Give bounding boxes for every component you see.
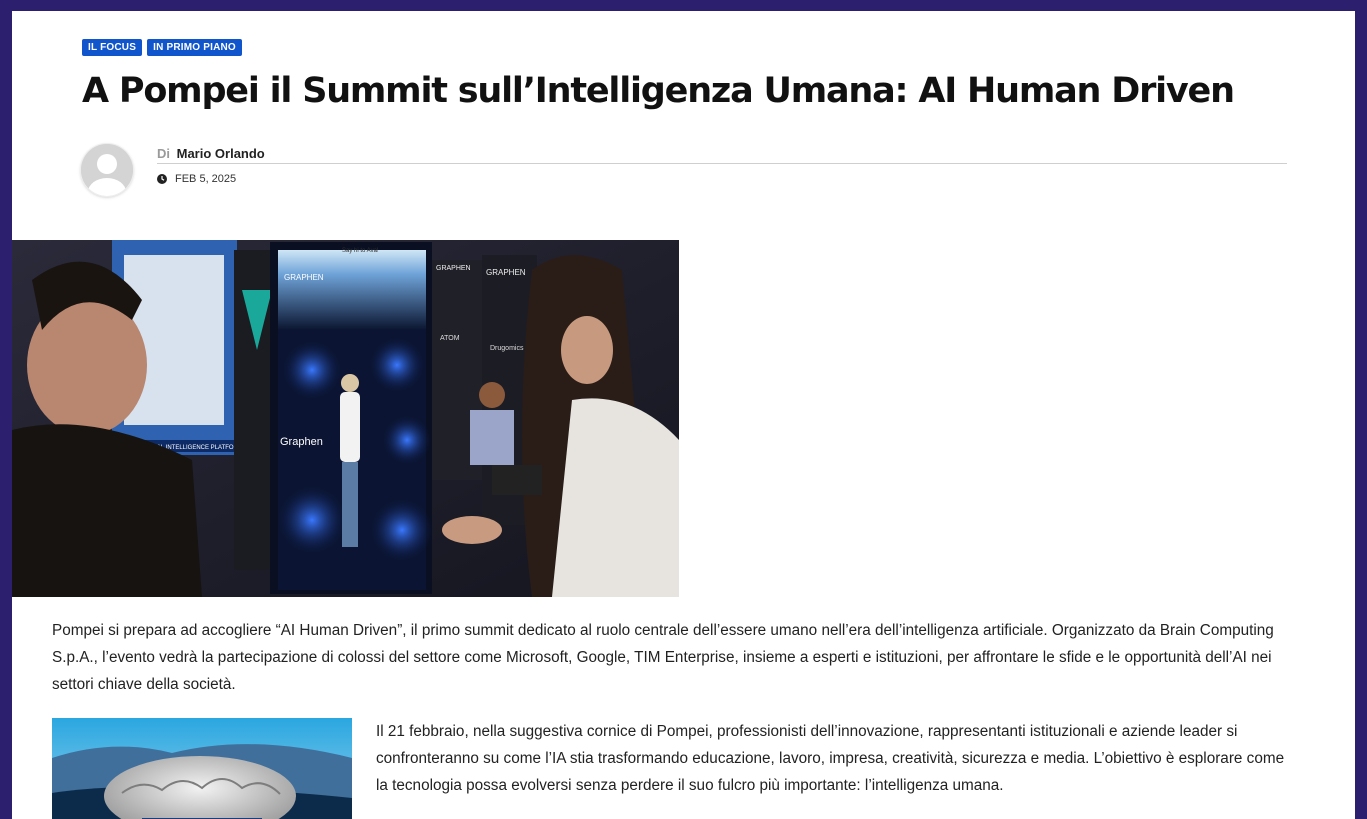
svg-text:GRAPHEN: GRAPHEN <box>284 273 324 282</box>
date-text: FEB 5, 2025 <box>175 173 237 185</box>
svg-text:Graphen: Graphen <box>280 436 323 448</box>
author-name[interactable]: Mario Orlando <box>177 146 265 161</box>
category-badges: IL FOCUS IN PRIMO PIANO <box>82 39 242 56</box>
article-title: A Pompei il Summit sull’Intelligenza Uma… <box>82 71 1235 111</box>
svg-text:GRAPHEN: GRAPHEN <box>436 265 471 272</box>
category-il-focus[interactable]: IL FOCUS <box>82 39 143 56</box>
category-in-primo-piano[interactable]: IN PRIMO PIANO <box>147 39 242 56</box>
svg-text:Drugomics: Drugomics <box>490 345 524 352</box>
article-paragraph-2: Il 21 febbraio, nella suggestiva cornice… <box>376 723 1285 794</box>
clock-icon <box>157 174 167 184</box>
svg-text:Say hi to Ava!: Say hi to Ava! <box>342 248 379 254</box>
svg-text:GRAPHEN: GRAPHEN <box>486 268 526 277</box>
hero-image: ARTIFICIAL INTELLIGENCE PLATFOR GRAPHEN … <box>12 240 679 597</box>
article-page: IL FOCUS IN PRIMO PIANO A Pompei il Summ… <box>12 11 1355 819</box>
author-prefix: Di <box>157 146 170 161</box>
author-line: Di Mario Orlando <box>157 146 1287 164</box>
svg-text:ATOM: ATOM <box>440 335 460 342</box>
avatar-icon[interactable] <box>81 144 133 196</box>
inline-image-brain <box>52 718 352 819</box>
publish-date: FEB 5, 2025 <box>157 173 236 185</box>
article-paragraph-1: Pompei si prepara ad accogliere “AI Huma… <box>52 622 1274 693</box>
